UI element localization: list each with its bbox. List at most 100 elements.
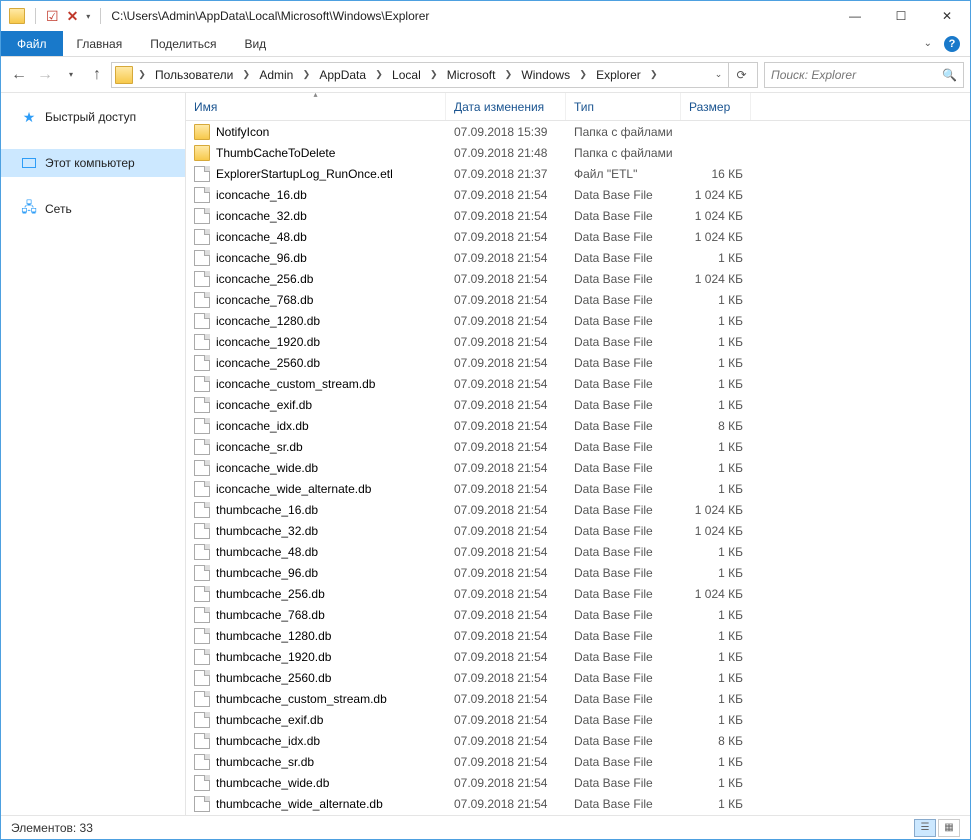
- crumb-arrow-icon[interactable]: ❯: [135, 63, 149, 87]
- file-row[interactable]: thumbcache_16.db07.09.2018 21:54Data Bas…: [186, 499, 970, 520]
- breadcrumb-segment[interactable]: Пользователи: [149, 63, 239, 87]
- details-view-button[interactable]: ☰: [914, 819, 936, 837]
- crumb-arrow-icon[interactable]: ❯: [372, 63, 386, 87]
- file-icon: [194, 271, 210, 287]
- file-row[interactable]: iconcache_custom_stream.db07.09.2018 21:…: [186, 373, 970, 394]
- refresh-button[interactable]: ⟳: [728, 63, 754, 87]
- close-button[interactable]: ✕: [924, 1, 970, 31]
- file-row[interactable]: thumbcache_idx.db07.09.2018 21:54Data Ba…: [186, 730, 970, 751]
- maximize-button[interactable]: ☐: [878, 1, 924, 31]
- properties-icon[interactable]: ☑: [46, 8, 59, 25]
- file-row[interactable]: iconcache_768.db07.09.2018 21:54Data Bas…: [186, 289, 970, 310]
- breadcrumb-segment[interactable]: Explorer: [590, 63, 647, 87]
- qat-dropdown-icon[interactable]: ▾: [86, 12, 90, 21]
- address-dropdown-icon[interactable]: ⌄: [708, 63, 728, 87]
- crumb-arrow-icon[interactable]: ❯: [427, 63, 441, 87]
- file-row[interactable]: thumbcache_32.db07.09.2018 21:54Data Bas…: [186, 520, 970, 541]
- breadcrumb-segment[interactable]: Admin: [253, 63, 299, 87]
- tab-share[interactable]: Поделиться: [136, 31, 230, 56]
- sidebar-this-pc[interactable]: Этот компьютер: [1, 149, 185, 177]
- file-type: Data Base File: [566, 209, 681, 223]
- forward-button[interactable]: →: [33, 63, 57, 87]
- crumb-arrow-icon[interactable]: ❯: [576, 63, 590, 87]
- history-dropdown[interactable]: ▾: [59, 63, 83, 87]
- search-box[interactable]: 🔍: [764, 62, 964, 88]
- file-row[interactable]: iconcache_wide.db07.09.2018 21:54Data Ba…: [186, 457, 970, 478]
- file-row[interactable]: iconcache_32.db07.09.2018 21:54Data Base…: [186, 205, 970, 226]
- file-date: 07.09.2018 21:54: [446, 524, 566, 538]
- crumb-arrow-icon[interactable]: ❯: [647, 63, 661, 87]
- sidebar-network[interactable]: 🖧 Сеть: [1, 195, 185, 223]
- file-type: Data Base File: [566, 461, 681, 475]
- file-date: 07.09.2018 21:54: [446, 650, 566, 664]
- file-date: 07.09.2018 21:54: [446, 230, 566, 244]
- minimize-button[interactable]: —: [832, 1, 878, 31]
- back-button[interactable]: ←: [7, 63, 31, 87]
- file-row[interactable]: thumbcache_256.db07.09.2018 21:54Data Ba…: [186, 583, 970, 604]
- file-row[interactable]: NotifyIcon07.09.2018 15:39Папка с файлам…: [186, 121, 970, 142]
- file-row[interactable]: thumbcache_1920.db07.09.2018 21:54Data B…: [186, 646, 970, 667]
- tab-home[interactable]: Главная: [63, 31, 137, 56]
- address-bar[interactable]: ❯ Пользователи❯Admin❯AppData❯Local❯Micro…: [111, 62, 758, 88]
- file-row[interactable]: iconcache_48.db07.09.2018 21:54Data Base…: [186, 226, 970, 247]
- file-row[interactable]: iconcache_exif.db07.09.2018 21:54Data Ba…: [186, 394, 970, 415]
- file-type: Data Base File: [566, 356, 681, 370]
- search-input[interactable]: [771, 68, 942, 82]
- file-row[interactable]: iconcache_1920.db07.09.2018 21:54Data Ba…: [186, 331, 970, 352]
- column-size[interactable]: Размер: [681, 93, 751, 120]
- file-date: 07.09.2018 21:54: [446, 734, 566, 748]
- sidebar-quick-access[interactable]: ★ Быстрый доступ: [1, 103, 185, 131]
- file-icon: [194, 523, 210, 539]
- file-row[interactable]: thumbcache_96.db07.09.2018 21:54Data Bas…: [186, 562, 970, 583]
- file-icon: [194, 313, 210, 329]
- file-date: 07.09.2018 21:54: [446, 377, 566, 391]
- crumb-arrow-icon[interactable]: ❯: [501, 63, 515, 87]
- icons-view-button[interactable]: ▦: [938, 819, 960, 837]
- file-row[interactable]: iconcache_16.db07.09.2018 21:54Data Base…: [186, 184, 970, 205]
- column-name[interactable]: ▴ Имя: [186, 93, 446, 120]
- column-date[interactable]: Дата изменения: [446, 93, 566, 120]
- status-bar: Элементов: 33 ☰ ▦: [1, 815, 970, 839]
- file-date: 07.09.2018 21:54: [446, 272, 566, 286]
- breadcrumb-segment[interactable]: AppData: [313, 63, 372, 87]
- breadcrumb-segment[interactable]: Microsoft: [441, 63, 502, 87]
- file-date: 07.09.2018 21:54: [446, 293, 566, 307]
- file-row[interactable]: ExplorerStartupLog_RunOnce.etl07.09.2018…: [186, 163, 970, 184]
- file-row[interactable]: iconcache_sr.db07.09.2018 21:54Data Base…: [186, 436, 970, 457]
- search-icon[interactable]: 🔍: [942, 68, 957, 82]
- file-row[interactable]: thumbcache_wide.db07.09.2018 21:54Data B…: [186, 772, 970, 793]
- file-row[interactable]: thumbcache_2560.db07.09.2018 21:54Data B…: [186, 667, 970, 688]
- breadcrumb-segment[interactable]: Windows: [515, 63, 576, 87]
- file-row[interactable]: iconcache_1280.db07.09.2018 21:54Data Ba…: [186, 310, 970, 331]
- crumb-arrow-icon[interactable]: ❯: [239, 63, 253, 87]
- delete-icon[interactable]: ✕: [67, 8, 79, 25]
- file-row[interactable]: thumbcache_768.db07.09.2018 21:54Data Ba…: [186, 604, 970, 625]
- file-row[interactable]: thumbcache_wide_alternate.db07.09.2018 2…: [186, 793, 970, 814]
- folder-icon: [115, 66, 133, 84]
- tab-file[interactable]: Файл: [1, 31, 63, 56]
- file-row[interactable]: iconcache_256.db07.09.2018 21:54Data Bas…: [186, 268, 970, 289]
- file-date: 07.09.2018 21:54: [446, 629, 566, 643]
- file-row[interactable]: iconcache_2560.db07.09.2018 21:54Data Ba…: [186, 352, 970, 373]
- file-row[interactable]: thumbcache_custom_stream.db07.09.2018 21…: [186, 688, 970, 709]
- file-row[interactable]: iconcache_96.db07.09.2018 21:54Data Base…: [186, 247, 970, 268]
- file-date: 07.09.2018 21:37: [446, 167, 566, 181]
- file-row[interactable]: thumbcache_sr.db07.09.2018 21:54Data Bas…: [186, 751, 970, 772]
- file-row[interactable]: iconcache_wide_alternate.db07.09.2018 21…: [186, 478, 970, 499]
- file-icon: [194, 796, 210, 812]
- file-icon: [194, 754, 210, 770]
- column-type[interactable]: Тип: [566, 93, 681, 120]
- breadcrumb-segment[interactable]: Local: [386, 63, 427, 87]
- file-row[interactable]: ThumbCacheToDelete07.09.2018 21:48Папка …: [186, 142, 970, 163]
- tab-view[interactable]: Вид: [230, 31, 280, 56]
- ribbon-expand-icon[interactable]: ⌄: [924, 38, 932, 49]
- file-row[interactable]: thumbcache_48.db07.09.2018 21:54Data Bas…: [186, 541, 970, 562]
- file-row[interactable]: thumbcache_1280.db07.09.2018 21:54Data B…: [186, 625, 970, 646]
- file-row[interactable]: iconcache_idx.db07.09.2018 21:54Data Bas…: [186, 415, 970, 436]
- up-button[interactable]: ↑: [85, 63, 109, 87]
- file-row[interactable]: thumbcache_exif.db07.09.2018 21:54Data B…: [186, 709, 970, 730]
- crumb-arrow-icon[interactable]: ❯: [299, 63, 313, 87]
- file-icon: [194, 628, 210, 644]
- file-size: 1 024 КБ: [681, 272, 751, 286]
- help-icon[interactable]: ?: [944, 36, 960, 52]
